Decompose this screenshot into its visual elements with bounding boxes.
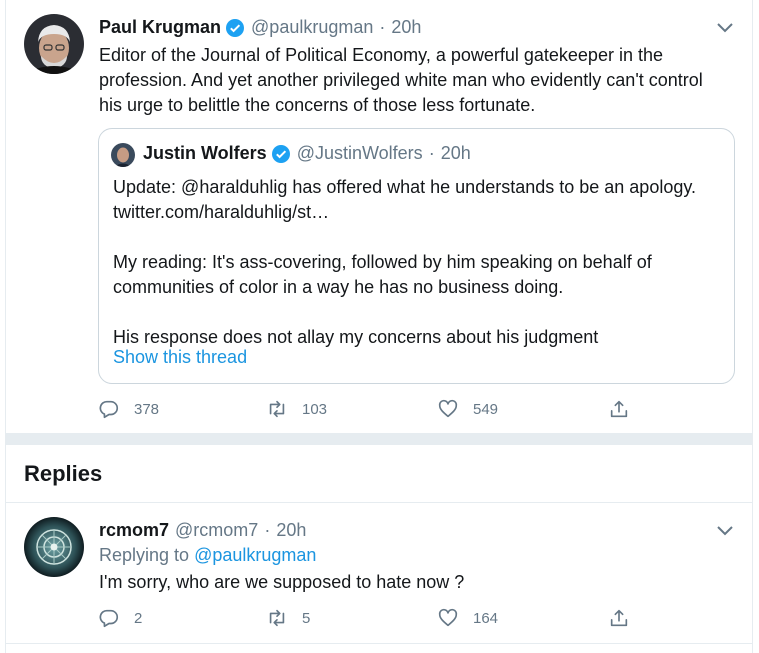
- separator-dot: ·: [428, 143, 435, 163]
- verified-badge-icon: [271, 144, 291, 164]
- retweet-count: 103: [302, 400, 328, 418]
- show-thread-link[interactable]: Show this thread: [113, 347, 247, 368]
- share-button[interactable]: [608, 607, 630, 629]
- replying-to-mention[interactable]: @paulkrugman: [194, 545, 316, 565]
- like-button[interactable]: 164: [437, 607, 498, 629]
- quoted-timestamp[interactable]: 20h: [441, 143, 471, 164]
- share-icon: [610, 400, 628, 418]
- quoted-text-line: My reading: It's ass-covering, followed …: [113, 252, 652, 272]
- replying-to: Replying to @paulkrugman: [99, 545, 316, 566]
- replying-to-label: Replying to: [99, 545, 190, 565]
- reply-tweet[interactable]: rcmom7 @rcmom7 · 20h I'm sorry, who are …: [6, 503, 752, 643]
- reply-button[interactable]: 2: [98, 607, 142, 629]
- reply-count: 2: [134, 609, 143, 627]
- quoted-tweet[interactable]: Justin Wolfers @JustinWolfers · 20h Upda…: [98, 128, 735, 384]
- reply-count: 378: [134, 400, 160, 418]
- retweet-icon: [269, 609, 285, 627]
- timestamp[interactable]: 20h: [391, 17, 421, 38]
- share-icon: [610, 609, 628, 627]
- retweet-button[interactable]: 5: [266, 607, 310, 629]
- author-name[interactable]: Paul Krugman: [99, 17, 221, 38]
- quoted-handle[interactable]: @JustinWolfers: [297, 143, 423, 164]
- like-count: 164: [473, 609, 499, 627]
- quoted-text-line: Update: @haralduhlig has offered what he…: [113, 177, 697, 197]
- timeline-border-right: [752, 0, 753, 653]
- reply-text: I'm sorry, who are we supposed to hate n…: [99, 570, 464, 595]
- tweet-text-line: Editor of the Journal of Political Econo…: [99, 45, 663, 65]
- retweet-icon: [269, 400, 285, 418]
- avatar[interactable]: [24, 517, 84, 577]
- tweet-header: Paul Krugman @paulkrugman · 20h: [99, 17, 421, 38]
- reply-actions: 2 5 164: [6, 607, 752, 633]
- chevron-down-icon[interactable]: [716, 525, 734, 537]
- section-divider: [6, 433, 752, 445]
- quoted-avatar: [111, 143, 135, 167]
- chevron-down-icon[interactable]: [716, 22, 734, 34]
- main-tweet[interactable]: Paul Krugman @paulkrugman · 20h Editor o…: [6, 0, 752, 433]
- quoted-text-line: communities of color in a way he has no …: [113, 277, 564, 297]
- tweet-text-line: his urge to belittle the concerns of tho…: [99, 95, 536, 115]
- share-button[interactable]: [608, 398, 630, 420]
- like-count: 549: [473, 400, 499, 418]
- author-name[interactable]: rcmom7: [99, 520, 169, 541]
- quoted-author-name[interactable]: Justin Wolfers: [143, 143, 267, 164]
- reply-button[interactable]: 378: [98, 398, 159, 420]
- retweet-button[interactable]: 103: [266, 398, 327, 420]
- quoted-text: Update: @haralduhlig has offered what he…: [113, 175, 696, 350]
- tweet-text: Editor of the Journal of Political Econo…: [99, 43, 703, 118]
- tweet-text-line: profession. And yet another privileged w…: [99, 70, 703, 90]
- like-button[interactable]: 549: [437, 398, 498, 420]
- reply-icon: [99, 609, 119, 628]
- reply-header: rcmom7 @rcmom7 · 20h: [99, 520, 306, 541]
- heart-icon: [438, 608, 458, 627]
- verified-badge-icon: [225, 18, 245, 38]
- quoted-header: Justin Wolfers @JustinWolfers · 20h: [143, 143, 471, 164]
- quoted-text-line: [113, 300, 696, 325]
- author-handle[interactable]: @paulkrugman: [251, 17, 373, 38]
- retweet-count: 5: [302, 609, 311, 627]
- reply-text-line: I'm sorry, who are we supposed to hate n…: [99, 572, 465, 592]
- avatar[interactable]: [24, 14, 84, 74]
- tweet-actions: 378 103 549: [6, 398, 752, 424]
- author-handle[interactable]: @rcmom7: [175, 520, 258, 541]
- divider: [6, 643, 752, 644]
- heart-icon: [438, 399, 458, 418]
- separator-dot: ·: [379, 17, 386, 37]
- quoted-link[interactable]: twitter.com/haralduhlig/st…: [113, 200, 696, 225]
- separator-dot: ·: [264, 520, 271, 540]
- replies-heading: Replies: [24, 461, 103, 486]
- reply-icon: [99, 400, 119, 419]
- quoted-text-line: [113, 225, 696, 250]
- timestamp[interactable]: 20h: [276, 520, 306, 541]
